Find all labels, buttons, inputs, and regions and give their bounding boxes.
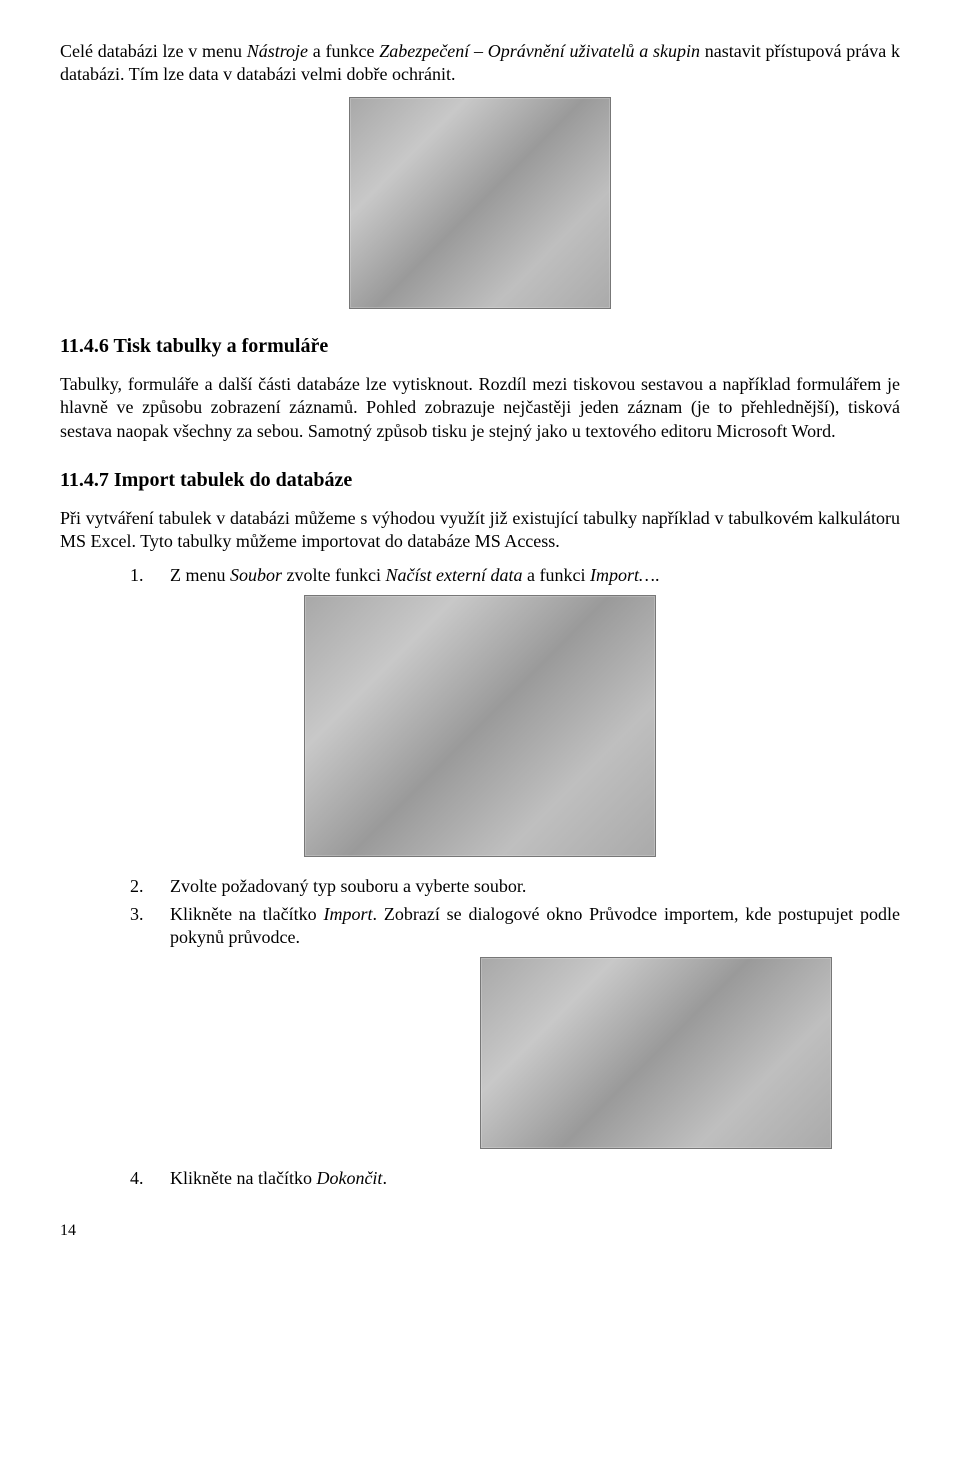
list-text: Zvolte požadovaný typ souboru a vyberte … [170,875,900,898]
list-number: 2. [130,875,170,898]
step-1: 1. Z menu Soubor zvolte funkci Načíst ex… [130,564,900,587]
step-4: 4. Klikněte na tlačítko Dokončit. [130,1167,900,1190]
step-2: 2. Zvolte požadovaný typ souboru a vyber… [130,875,900,898]
list-text: Klikněte na tlačítko Dokončit. [170,1167,900,1190]
step-3: 3. Klikněte na tlačítko Import. Zobrazí … [130,903,900,950]
list-number: 1. [130,564,170,587]
list-number: 3. [130,903,170,950]
menu-ref: Zabezpečení – Oprávnění uživatelů a skup… [379,41,700,61]
menu-ref: Nástroje [247,41,308,61]
text: a funkci [522,565,589,585]
paragraph-11-4-6: Tabulky, formuláře a další části databáz… [60,373,900,443]
paragraph-11-4-7: Při vytváření tabulek v databázi můžeme … [60,507,900,554]
text: . [655,565,660,585]
text: . [382,1168,387,1188]
menu-ref: Import [324,904,373,924]
text: zvolte funkci [282,565,385,585]
text: Celé databázi lze v menu [60,41,247,61]
intro-paragraph: Celé databázi lze v menu Nástroje a funk… [60,40,900,87]
text: Klikněte na tlačítko [170,904,324,924]
menu-ref: Soubor [230,565,282,585]
list-text: Z menu Soubor zvolte funkci Načíst exter… [170,564,900,587]
list-number: 4. [130,1167,170,1190]
screenshot-import-menu [304,595,656,857]
heading-11-4-6: 11.4.6 Tisk tabulky a formuláře [60,333,900,359]
text: a funkce [308,41,379,61]
menu-ref: Import… [590,565,655,585]
screenshot-import-wizard [480,957,832,1149]
text: Z menu [170,565,230,585]
menu-ref: Načíst externí data [385,565,522,585]
heading-11-4-7: 11.4.7 Import tabulek do databáze [60,467,900,493]
menu-ref: Dokončit [316,1168,382,1188]
page-number: 14 [60,1221,900,1242]
screenshot-permissions-dialog [349,97,611,309]
text: Klikněte na tlačítko [170,1168,316,1188]
list-text: Klikněte na tlačítko Import. Zobrazí se … [170,903,900,950]
